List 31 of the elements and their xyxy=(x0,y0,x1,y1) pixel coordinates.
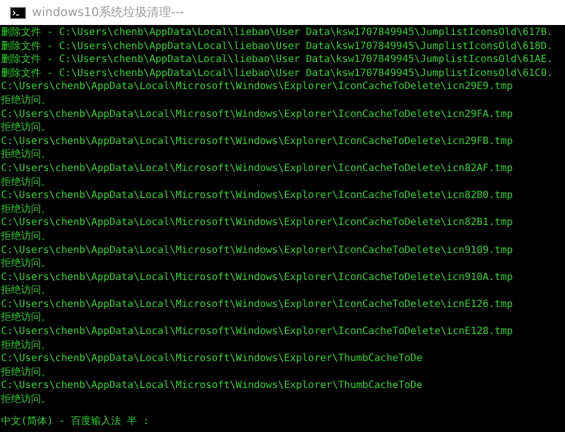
console-line: 拒绝访问。 xyxy=(1,284,51,298)
window-title: windows10系统垃圾清理--- xyxy=(32,4,184,21)
console-line: 拒绝访问。 xyxy=(1,121,51,135)
console-line: C:\Users\chenb\AppData\Local\Microsoft\Windows\Explorer\ThumbCacheToDe xyxy=(1,379,422,394)
console-line: 删除文件 - C:\Users\chenb\AppData\Local\liebao\User Data\ksw1707849945\JumplistIconsOld\617B. xyxy=(1,26,553,40)
console-line: C:\Users\chenb\AppData\Local\Microsoft\Windows\Explorer\IconCacheToDelete\icn82AF.tmp xyxy=(1,162,513,176)
console-icon xyxy=(10,6,26,18)
console-line: C:\Users\chenb\AppData\Local\Microsoft\Windows\Explorer\IconCacheToDelete\icn29E9.tmp xyxy=(1,80,513,94)
console-line: 拒绝访问。 xyxy=(1,230,51,244)
console-line: 拒绝访问。 xyxy=(1,94,51,108)
console-line: C:\Users\chenb\AppData\Local\Microsoft\Windows\Explorer\IconCacheToDelete\icn910A.tmp xyxy=(1,270,513,284)
ime-status: 中文(简体) - 百度输入法 半 : xyxy=(1,414,150,428)
console-line: 删除文件 - C:\Users\chenb\AppData\Local\liebao\User Data\ksw1707849945\JumplistIconsOld\618D. xyxy=(1,40,553,54)
console-line: 拒绝访问。 xyxy=(1,176,51,190)
console-line: C:\Users\chenb\AppData\Local\Microsoft\Windows\Explorer\IconCacheToDelete\icnE126.tmp xyxy=(1,298,513,312)
console-line: C:\Users\chenb\AppData\Local\Microsoft\Windows\Explorer\IconCacheToDelete\icnE128.tmp xyxy=(1,325,513,339)
console-line: 拒绝访问。 xyxy=(1,393,51,407)
console-line: C:\Users\chenb\AppData\Local\Microsoft\Windows\Explorer\IconCacheToDelete\icn29FB.tmp xyxy=(1,134,513,148)
console-line: 拒绝访问。 xyxy=(1,338,51,352)
console-line: 拒绝访问。 xyxy=(1,257,51,271)
console-line: C:\Users\chenb\AppData\Local\Microsoft\Windows\Explorer\IconCacheToDelete\icn82B1.tmp xyxy=(1,216,513,230)
console-line: C:\Users\chenb\AppData\Local\Microsoft\Windows\Explorer\IconCacheToDelete\icn9109.tmp xyxy=(1,244,513,258)
console-line: C:\Users\chenb\AppData\Local\Microsoft\Windows\Explorer\ThumbCacheToDe xyxy=(1,352,422,366)
console-line: 拒绝访问。 xyxy=(1,311,51,326)
console-line: 删除文件 - C:\Users\chenb\AppData\Local\liebao\User Data\ksw1707849945\JumplistIconsOld\61AE. xyxy=(1,53,553,67)
console-line: 删除文件 - C:\Users\chenb\AppData\Local\liebao\User Data\ksw1707849945\JumplistIconsOld\61C0. xyxy=(1,66,553,80)
console-line: 拒绝访问。 xyxy=(1,202,51,216)
console-line: C:\Users\chenb\AppData\Local\Microsoft\Windows\Explorer\IconCacheToDelete\icn29FA.tmp xyxy=(1,108,513,122)
console-line: C:\Users\chenb\AppData\Local\Microsoft\Windows\Explorer\IconCacheToDelete\icn82B0.tmp xyxy=(1,189,513,203)
console-line: 拒绝访问。 xyxy=(1,148,51,162)
console-line: 拒绝访问。 xyxy=(1,366,51,380)
